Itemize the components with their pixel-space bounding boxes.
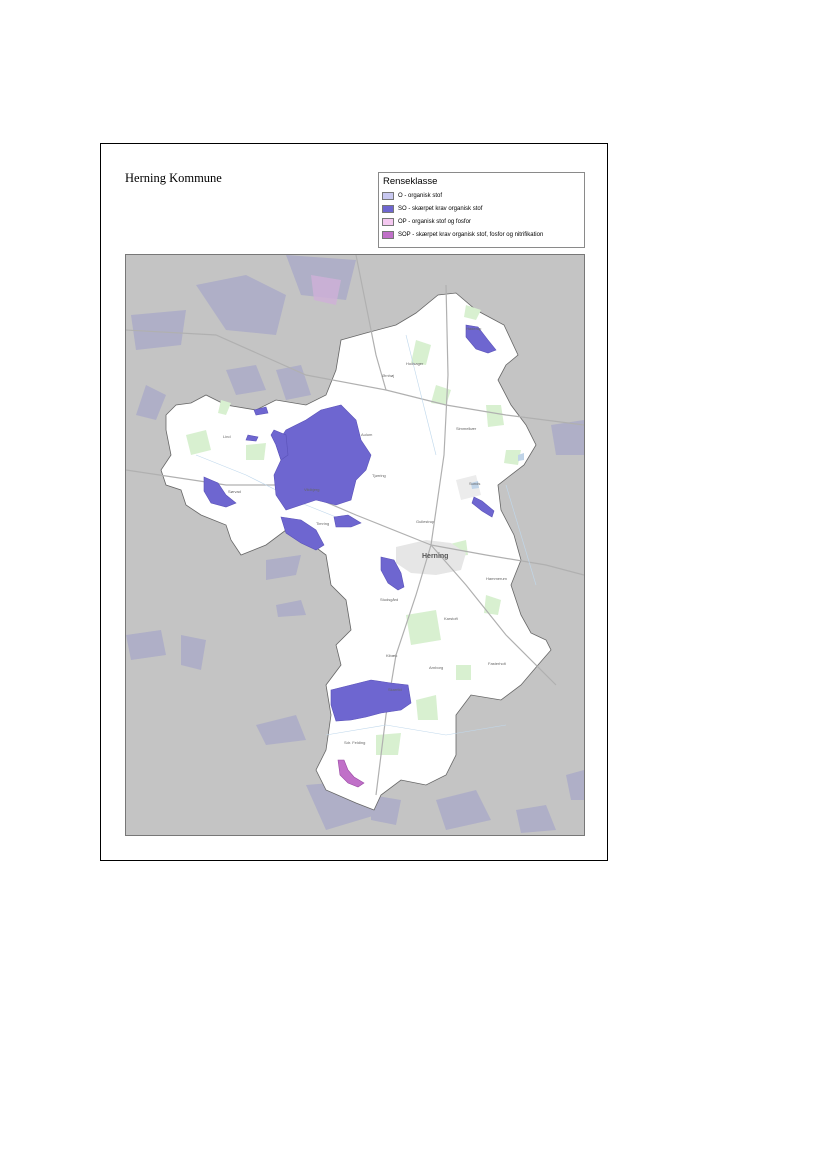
place-label-p3: Gullestrup — [416, 519, 435, 524]
legend-label-o: O - organisk stof — [398, 192, 443, 199]
legend-label-sop: SOP - skærpet krav organisk stof, fosfor… — [398, 231, 544, 238]
place-label-p1: Haderup — [466, 326, 482, 331]
map-legend: Renseklasse O - organisk stof SO - skærp… — [378, 172, 585, 248]
legend-label-op: OP - organisk stof og fosfor — [398, 218, 471, 225]
place-label-p2: Vildbjerg — [304, 487, 320, 492]
place-label-p15: Hammerum — [486, 576, 508, 581]
place-label-p13: Tjørring — [372, 473, 386, 478]
legend-item-sop: SOP - skærpet krav organisk stof, fosfor… — [382, 229, 543, 240]
map-canvas[interactable]: Herning Haderup Vildbjerg Gullestrup Sun… — [125, 254, 585, 836]
legend-item-op: OP - organisk stof og fosfor — [382, 216, 471, 227]
place-label-p12: Ørnhøj — [382, 373, 394, 378]
place-label-p9: Studsgård — [380, 597, 398, 602]
place-label-p19: Fasterholt — [488, 661, 507, 666]
place-label-p10: Arnborg — [429, 665, 443, 670]
place-label-p17: Lind — [223, 434, 231, 439]
place-label-p5: Kibæk — [386, 653, 397, 658]
place-label-p16: Simmelkær — [456, 426, 477, 431]
legend-title: Renseklasse — [383, 176, 438, 187]
place-label-p14: Sdr. Felding — [344, 740, 365, 745]
place-label-p20: Skarrild — [388, 687, 402, 692]
map-svg: Herning Haderup Vildbjerg Gullestrup Sun… — [126, 255, 584, 835]
place-label-p11: Hodsager — [406, 361, 424, 366]
legend-swatch-sop — [382, 230, 394, 239]
place-label-p6: Aulum — [361, 432, 373, 437]
legend-swatch-o — [382, 191, 394, 200]
place-label-p4: Sunds — [469, 481, 480, 486]
legend-item-o: O - organisk stof — [382, 190, 442, 201]
place-label-p8: Timring — [316, 521, 329, 526]
place-label-p18: Karstoft — [444, 616, 459, 621]
map-title: Herning Kommune — [125, 171, 222, 185]
place-label-p7: Sørvad — [228, 489, 241, 494]
legend-item-so: SO - skærpet krav organisk stof — [382, 203, 482, 214]
place-label-herning: Herning — [422, 553, 448, 560]
legend-swatch-op — [382, 217, 394, 226]
legend-label-so: SO - skærpet krav organisk stof — [398, 205, 483, 212]
legend-swatch-so — [382, 204, 394, 213]
map-frame: Herning Kommune Renseklasse O - organisk… — [100, 143, 608, 861]
